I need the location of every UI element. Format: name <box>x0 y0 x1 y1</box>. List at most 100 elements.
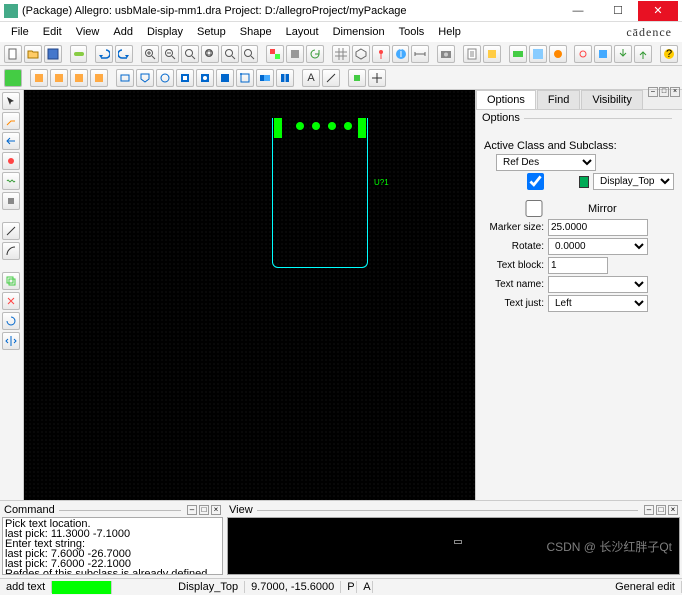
mirror-checkbox[interactable] <box>484 200 584 217</box>
pad-3[interactable] <box>312 122 320 130</box>
status-layer[interactable]: Display_Top <box>172 581 245 593</box>
panel-min-icon[interactable]: – <box>648 87 658 97</box>
shape-circle-icon[interactable] <box>156 69 174 87</box>
text-block-input[interactable] <box>548 257 608 274</box>
custom-tool-icon[interactable] <box>2 192 20 210</box>
shape-void2-icon[interactable] <box>196 69 214 87</box>
layers-icon[interactable] <box>286 45 304 63</box>
mode-general-icon[interactable] <box>4 69 22 87</box>
pin-icon[interactable] <box>372 45 390 63</box>
subclass-color-icon[interactable] <box>579 176 589 188</box>
slide-tool-icon[interactable] <box>2 132 20 150</box>
design-canvas[interactable]: U?1 <box>24 90 475 500</box>
pad-2[interactable] <box>296 122 304 130</box>
status-color[interactable] <box>52 581 112 594</box>
shape-split-icon[interactable] <box>276 69 294 87</box>
view-float-icon[interactable]: □ <box>656 505 666 515</box>
save-icon[interactable] <box>44 45 62 63</box>
refresh-icon[interactable] <box>306 45 324 63</box>
subclass-select[interactable]: Display_Top <box>593 173 674 190</box>
panel-close-icon[interactable]: × <box>670 87 680 97</box>
menu-file[interactable]: File <box>4 24 36 40</box>
cmd-min-icon[interactable]: – <box>187 505 197 515</box>
open-icon[interactable] <box>24 45 42 63</box>
view-close-icon[interactable]: × <box>668 505 678 515</box>
drc-icon[interactable] <box>483 45 501 63</box>
maximize-button[interactable]: ☐ <box>598 1 638 21</box>
toggle-icon[interactable] <box>70 45 88 63</box>
minimize-button[interactable]: — <box>558 1 598 21</box>
menu-layout[interactable]: Layout <box>279 24 326 40</box>
world-view[interactable] <box>227 517 680 575</box>
mode-sig-icon[interactable] <box>70 69 88 87</box>
delay-tool-icon[interactable] <box>2 172 20 190</box>
grid-icon[interactable] <box>332 45 350 63</box>
help-icon[interactable]: ? <box>660 45 678 63</box>
shape-void3-icon[interactable] <box>216 69 234 87</box>
line-icon[interactable] <box>322 69 340 87</box>
marker-size-input[interactable] <box>548 219 648 236</box>
menu-display[interactable]: Display <box>140 24 190 40</box>
cmd-float-icon[interactable]: □ <box>199 505 209 515</box>
via-tool-icon[interactable] <box>2 152 20 170</box>
zoom-out-icon[interactable] <box>161 45 179 63</box>
import-icon[interactable] <box>634 45 652 63</box>
class-select[interactable]: Ref Des <box>496 154 596 171</box>
mode-placement-icon[interactable] <box>30 69 48 87</box>
move-icon[interactable] <box>368 69 386 87</box>
color-icon[interactable] <box>266 45 284 63</box>
mode-etch-icon[interactable] <box>50 69 68 87</box>
menu-edit[interactable]: Edit <box>36 24 69 40</box>
rotate-tool-icon[interactable] <box>2 312 20 330</box>
shape-edit-icon[interactable] <box>236 69 254 87</box>
menu-view[interactable]: View <box>69 24 107 40</box>
delete-tool-icon[interactable] <box>2 292 20 310</box>
info-icon[interactable]: i <box>392 45 410 63</box>
shape-merge-icon[interactable] <box>256 69 274 87</box>
tab-visibility[interactable]: Visibility <box>581 90 643 109</box>
export-icon[interactable] <box>614 45 632 63</box>
panel-float-icon[interactable]: □ <box>659 87 669 97</box>
shape-void-icon[interactable] <box>176 69 194 87</box>
shape-rect-icon[interactable] <box>116 69 134 87</box>
text-name-select[interactable] <box>548 276 648 293</box>
pad-6[interactable] <box>358 118 366 138</box>
report-icon[interactable] <box>463 45 481 63</box>
camera-icon[interactable] <box>437 45 455 63</box>
subclass-visible-checkbox[interactable] <box>496 173 575 190</box>
rotate-select[interactable]: 0.0000 <box>548 238 648 255</box>
zoom-fit-icon[interactable] <box>181 45 199 63</box>
text-icon[interactable]: A <box>302 69 320 87</box>
mirror-tool-icon[interactable] <box>2 332 20 350</box>
menu-tools[interactable]: Tools <box>392 24 432 40</box>
status-p[interactable]: P <box>341 581 357 593</box>
redo-icon[interactable] <box>115 45 133 63</box>
menu-help[interactable]: Help <box>431 24 468 40</box>
pad-4[interactable] <box>328 122 336 130</box>
arc-tool-icon[interactable] <box>2 242 20 260</box>
select-tool-icon[interactable] <box>2 92 20 110</box>
padstack-icon[interactable] <box>549 45 567 63</box>
close-button[interactable]: ✕ <box>638 1 678 21</box>
line-tool-icon[interactable] <box>2 222 20 240</box>
pad-5[interactable] <box>344 122 352 130</box>
refdes-text[interactable]: U?1 <box>374 178 389 187</box>
drill-icon[interactable] <box>574 45 592 63</box>
zoom-prev-icon[interactable] <box>221 45 239 63</box>
text-just-select[interactable]: Left <box>548 295 648 312</box>
mode-shape-icon[interactable] <box>90 69 108 87</box>
cmd-close-icon[interactable]: × <box>211 505 221 515</box>
status-a[interactable]: A <box>357 581 373 593</box>
shape-poly-icon[interactable] <box>136 69 154 87</box>
pad-1[interactable] <box>274 118 282 138</box>
3d-icon[interactable] <box>352 45 370 63</box>
view-min-icon[interactable]: – <box>644 505 654 515</box>
menu-setup[interactable]: Setup <box>190 24 233 40</box>
undo-icon[interactable] <box>95 45 113 63</box>
menu-shape[interactable]: Shape <box>233 24 279 40</box>
zoom-in-icon[interactable] <box>141 45 159 63</box>
tab-options[interactable]: Options <box>476 90 536 109</box>
new-icon[interactable] <box>4 45 22 63</box>
route-tool-icon[interactable] <box>2 112 20 130</box>
place-icon[interactable] <box>348 69 366 87</box>
